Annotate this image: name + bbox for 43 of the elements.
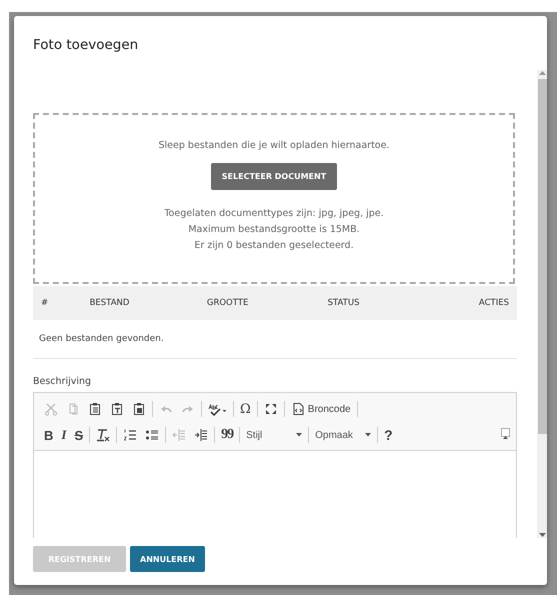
- numbered-list-icon: [123, 428, 138, 442]
- paste-word-icon: [132, 402, 146, 416]
- maximize-icon: [264, 402, 278, 416]
- dialog-title: Foto toevoegen: [33, 37, 138, 53]
- column-header: #: [33, 286, 82, 320]
- italic-button[interactable]: I: [57, 425, 70, 445]
- cut-icon: [44, 402, 58, 416]
- paste-icon: [88, 402, 102, 416]
- caret-icon: [296, 433, 302, 437]
- source-button[interactable]: Broncode: [286, 399, 355, 419]
- style-dropdown[interactable]: Opmaak: [311, 425, 376, 445]
- column-header: STATUS: [320, 286, 420, 320]
- upload-note: Toegelaten documenttypes zijn: jpg, jpeg, jpe.: [164, 207, 384, 221]
- upload-note: Er zijn 0 bestanden geselecteerd.: [194, 239, 354, 253]
- special-character-button[interactable]: Ω: [236, 399, 255, 419]
- upload-note: Maximum bestandsgrootte is 15MB.: [188, 223, 360, 237]
- style-dropdown[interactable]: Stijl: [242, 425, 306, 445]
- scrollbar[interactable]: [537, 70, 547, 538]
- remove-format-icon: [96, 428, 110, 442]
- paste-text-icon: [110, 402, 124, 416]
- strikethrough-button[interactable]: S: [70, 425, 88, 445]
- help-button[interactable]: ?: [380, 425, 397, 445]
- spellcheck-icon: [208, 402, 227, 416]
- outdent-icon: [172, 428, 186, 442]
- bullet-list-icon: [145, 428, 160, 442]
- drop-instruction: Sleep bestanden die je wilt opladen hiernaartoe.: [158, 140, 390, 151]
- select-document-button[interactable]: SELECTEER DOCUMENT: [210, 163, 338, 190]
- dropdown-label: Opmaak: [315, 430, 353, 440]
- column-header: ACTIES: [420, 286, 517, 320]
- empty-message: Geen bestanden gevonden.: [33, 320, 517, 358]
- source-icon: [290, 402, 305, 416]
- scroll-up-icon: [538, 70, 546, 76]
- bold-button[interactable]: B: [40, 425, 58, 445]
- blockquote-button[interactable]: 99: [217, 425, 238, 445]
- field-label: Beschrijving: [33, 376, 92, 387]
- indent-icon: [194, 428, 208, 442]
- column-header: GROOTTE: [198, 286, 320, 320]
- column-header: BESTAND: [82, 286, 199, 320]
- caret-icon: [365, 433, 372, 437]
- cancel-button[interactable]: ANNULEREN: [130, 546, 205, 572]
- collapse-icon: [502, 434, 509, 441]
- scroll-down-icon: [538, 532, 546, 538]
- dropdown-label: Stijl: [246, 430, 262, 440]
